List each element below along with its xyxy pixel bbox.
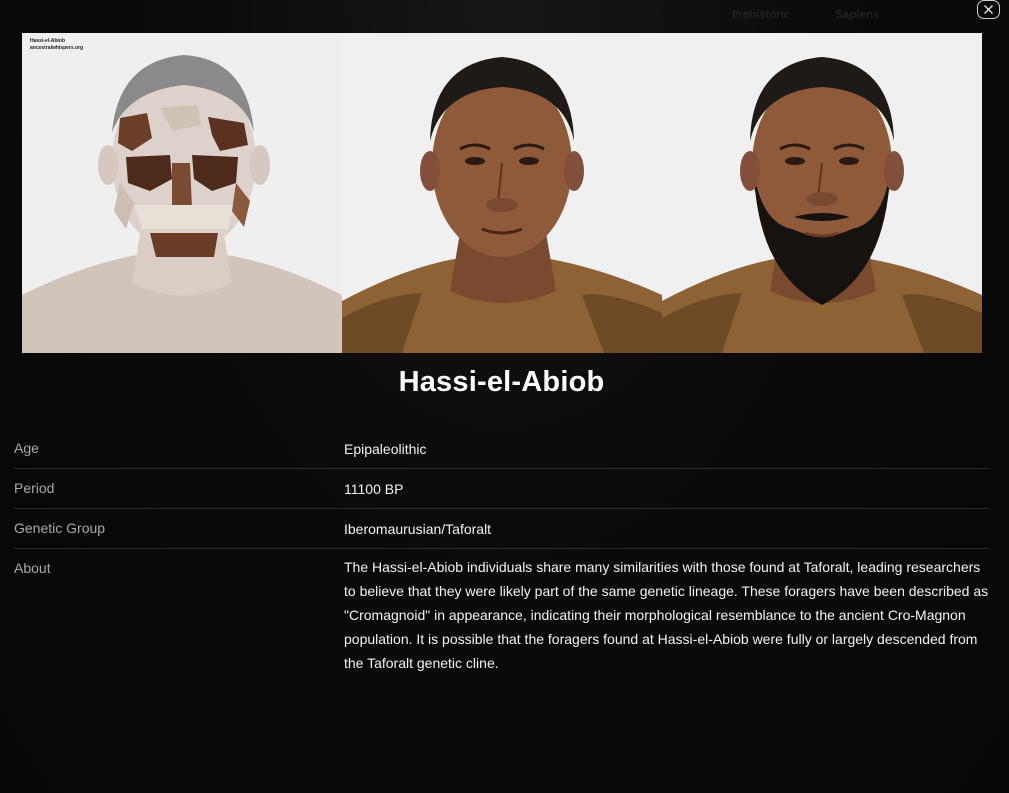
close-icon <box>984 5 993 14</box>
page: Prehistoric Sapiens Hassi-el-Abiob ances… <box>0 0 1009 793</box>
face-reconstruction-image <box>342 33 662 353</box>
detail-row-period: Period 11100 BP <box>14 469 989 509</box>
bearded-reconstruction-image <box>662 33 982 353</box>
watermark-title: Hassi-el-Abiob <box>30 38 66 44</box>
watermark-site: ancestralwhispers.org <box>30 45 84 51</box>
detail-row-about: About The Hassi-el-Abiob individuals sha… <box>14 549 989 675</box>
reconstruction-image-strip: Hassi-el-Abiob ancestralwhispers.org <box>22 33 982 353</box>
close-button[interactable] <box>977 0 1000 19</box>
detail-modal: Hassi-el-Abiob ancestralwhispers.org Has… <box>0 0 1009 793</box>
page-title: Hassi-el-Abiob <box>398 366 605 398</box>
detail-label: Age <box>14 440 39 456</box>
detail-value: Epipaleolithic <box>344 441 427 457</box>
detail-label: Period <box>14 480 55 496</box>
watermark: Hassi-el-Abiob ancestralwhispers.org <box>30 38 83 52</box>
details-table: Age Epipaleolithic Period 11100 BP Genet… <box>14 429 989 675</box>
detail-row-age: Age Epipaleolithic <box>14 429 989 469</box>
detail-description: The Hassi-el-Abiob individuals share man… <box>344 559 989 671</box>
detail-label: About <box>14 560 51 576</box>
detail-row-genetic-group: Genetic Group Iberomaurusian/Taforalt <box>14 509 989 549</box>
skull-reconstruction-image: Hassi-el-Abiob ancestralwhispers.org <box>22 33 342 353</box>
detail-value: 11100 BP <box>344 481 404 497</box>
detail-label: Genetic Group <box>14 520 106 536</box>
detail-value: Iberomaurusian/Taforalt <box>344 521 492 537</box>
